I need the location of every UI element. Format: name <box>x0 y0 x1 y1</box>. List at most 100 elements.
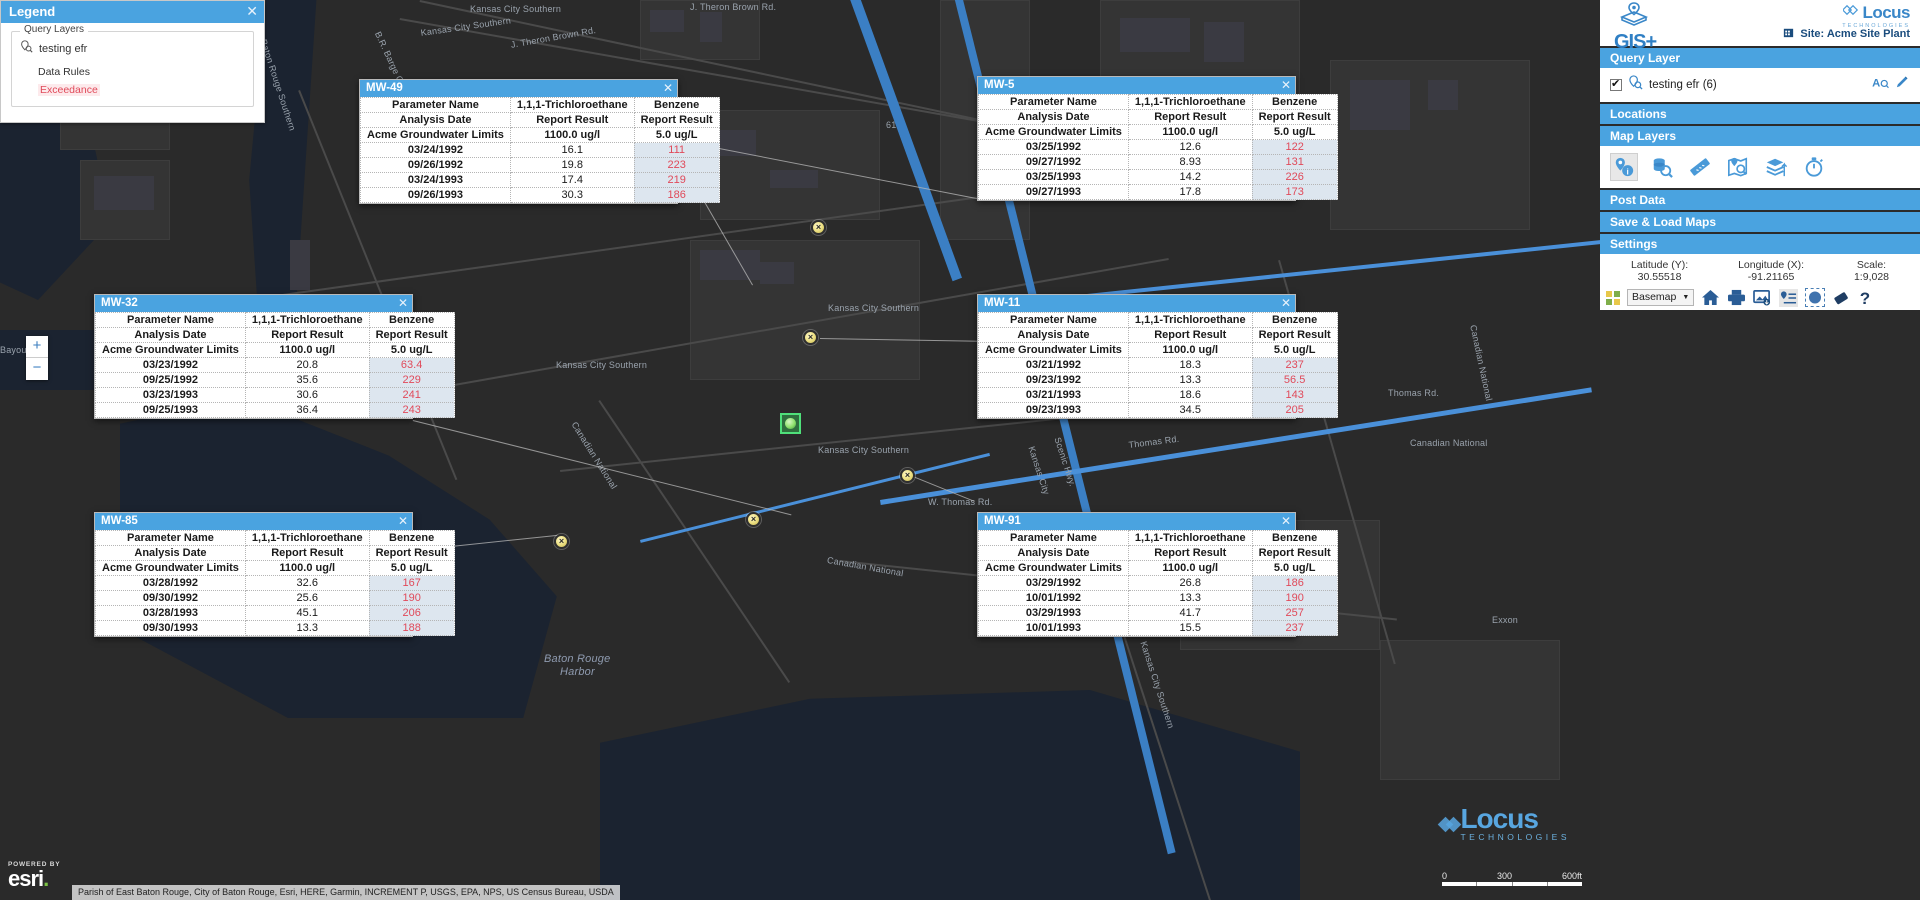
cell-tca-result: 41.7 <box>1127 605 1253 621</box>
cell-analysis-date: 03/29/1992 <box>978 575 1129 591</box>
query-data-tool-icon[interactable] <box>1648 153 1676 181</box>
pencil-edit-icon[interactable] <box>1895 75 1910 95</box>
layers-order-tool-icon[interactable] <box>1762 153 1790 181</box>
label-style-icon[interactable]: A <box>1872 75 1889 95</box>
map-marker-well[interactable]: × <box>746 512 761 527</box>
sidebar-section-post-data[interactable]: Post Data <box>1600 190 1920 210</box>
legend-title-bar: Legend ✕ <box>1 1 264 23</box>
map-parcel <box>1380 640 1560 780</box>
cell-analysis-date: 03/24/1993 <box>360 172 511 188</box>
water-label: Baton Rouge <box>544 653 611 665</box>
well-data-table: Parameter Name 1,1,1-Trichloroethane Benze… <box>978 94 1338 200</box>
map-canvas[interactable]: Kansas City Southern J. Theron Brown Rd. K… <box>0 0 1600 900</box>
sidebar-section-settings[interactable]: Settings <box>1600 234 1920 254</box>
well-popup-mw-85[interactable]: MW-85 ✕ Parameter Name 1,1,1-Trichloroethan… <box>94 512 455 637</box>
timer-tool-icon[interactable] <box>1800 153 1828 181</box>
help-question-icon[interactable]: ? <box>1858 289 1872 307</box>
sidebar-section-map-layers[interactable]: Map Layers <box>1600 126 1920 146</box>
param-1-result-label: Report Result <box>1127 545 1253 561</box>
well-popup-mw-91[interactable]: MW-91 ✕ Parameter Name 1,1,1-Trichloroethan… <box>977 512 1338 637</box>
cell-analysis-date: 09/26/1993 <box>360 187 511 203</box>
close-icon[interactable]: ✕ <box>398 513 408 529</box>
locus-diamond-icon <box>1438 816 1462 832</box>
cell-benzene-result: 205 <box>1251 402 1338 418</box>
cell-tca-result: 16.1 <box>509 142 635 158</box>
zoom-in-button[interactable]: + <box>26 336 48 358</box>
longitude-label: Longitude (X): <box>1738 259 1805 271</box>
marker-cross-icon: × <box>904 470 911 480</box>
analysis-date-label: Analysis Date <box>95 327 246 343</box>
cell-benzene-result: 190 <box>368 590 455 606</box>
close-icon[interactable]: ✕ <box>246 3 258 19</box>
export-image-icon[interactable] <box>1753 289 1772 306</box>
popup-header: MW-5 ✕ <box>978 77 1295 94</box>
zoom-controls[interactable]: + − <box>26 336 48 380</box>
table-row: 09/26/1992 19.8 223 <box>360 157 720 173</box>
close-icon[interactable]: ✕ <box>398 295 408 311</box>
locus-diamond-icon <box>1842 2 1859 23</box>
select-area-icon[interactable] <box>1805 288 1826 307</box>
basemap-grid-icon[interactable] <box>1606 290 1620 305</box>
close-icon[interactable]: ✕ <box>1281 295 1291 311</box>
popup-title: MW-85 <box>101 515 138 527</box>
query-layer-checkbox[interactable] <box>1610 77 1622 91</box>
param-2-result-label: Report Result <box>1251 109 1338 125</box>
cell-analysis-date: 09/30/1993 <box>95 620 246 636</box>
cell-benzene-result: 226 <box>1251 169 1338 185</box>
map-marker-well[interactable]: × <box>554 534 569 549</box>
scale-label: Scale: <box>1856 259 1887 271</box>
close-icon[interactable]: ✕ <box>1281 513 1291 529</box>
close-icon[interactable]: ✕ <box>1281 77 1291 93</box>
param-name-label: Parameter Name <box>95 312 246 328</box>
map-marker-well[interactable]: × <box>803 330 818 345</box>
table-header-row: Analysis Date Report Result Report Result <box>978 109 1338 125</box>
well-popup-mw-5[interactable]: MW-5 ✕ Parameter Name 1,1,1-Trichloroethane… <box>977 76 1338 201</box>
measure-tool-icon[interactable] <box>1686 153 1714 181</box>
print-icon[interactable] <box>1727 289 1746 306</box>
map-label: Canadian National <box>1410 438 1488 448</box>
map-label: Thomas Rd. <box>1388 388 1440 398</box>
popup-header: MW-11 ✕ <box>978 295 1295 312</box>
map-marker-well[interactable]: × <box>900 468 915 483</box>
param-1-name: 1,1,1-Trichloroethane <box>244 312 370 328</box>
map-marker-well[interactable]: × <box>811 220 826 235</box>
well-data-table: Parameter Name 1,1,1-Trichloroethane Benze… <box>978 312 1338 418</box>
well-popup-mw-32[interactable]: MW-32 ✕ Parameter Name 1,1,1-Trichloroethan… <box>94 294 455 419</box>
esri-logo: POWERED BY esri. <box>8 861 60 890</box>
basemap-label: Basemap <box>1632 291 1677 303</box>
legend-list-icon[interactable] <box>1779 288 1799 307</box>
table-header-row: Acme Groundwater Limits 1100.0 ug/l 5.0 ug… <box>360 127 720 143</box>
well-popup-mw-49[interactable]: MW-49 ✕ Parameter Name 1,1,1-Trichloroethan… <box>359 79 720 204</box>
legend-panel[interactable]: Legend ✕ Query Layers testing efr Data R… <box>0 0 265 123</box>
param-1-limit: 1100.0 ug/l <box>1127 124 1253 140</box>
well-data-table: Parameter Name 1,1,1-Trichloroethane Benze… <box>95 530 455 636</box>
eraser-clear-icon[interactable] <box>1832 290 1851 306</box>
map-marker-selected[interactable] <box>780 413 801 434</box>
close-icon[interactable]: ✕ <box>663 80 673 96</box>
map-label: Kansas City Southern <box>470 4 562 14</box>
param-2-result-label: Report Result <box>633 112 720 128</box>
cell-benzene-result: 257 <box>1251 605 1338 621</box>
table-header-row: Acme Groundwater Limits 1100.0 ug/l 5.0 ug… <box>978 560 1338 576</box>
table-header-row: Analysis Date Report Result Report Result <box>360 112 720 128</box>
zoom-out-button[interactable]: − <box>26 358 48 380</box>
table-header-row: Analysis Date Report Result Report Result <box>95 545 455 561</box>
cell-analysis-date: 09/27/1993 <box>978 184 1129 200</box>
identify-tool-icon[interactable]: i <box>1610 153 1638 181</box>
cell-tca-result: 26.8 <box>1127 575 1253 591</box>
table-row: 09/30/1992 25.6 190 <box>95 590 455 606</box>
locus-watermark: Locus TECHNOLOGIES <box>1438 805 1570 842</box>
sidebar-section-save-load-maps[interactable]: Save & Load Maps <box>1600 212 1920 232</box>
sidebar-section-locations[interactable]: Locations <box>1600 104 1920 124</box>
svg-text:i: i <box>1627 167 1629 176</box>
table-row: 09/27/1993 17.8 173 <box>978 184 1338 200</box>
param-name-label: Parameter Name <box>978 94 1129 110</box>
home-icon[interactable] <box>1701 289 1720 306</box>
site-indicator: Site: Acme Site Plant <box>1782 26 1910 42</box>
basemap-dropdown[interactable]: Basemap ▼ <box>1627 289 1695 306</box>
find-location-tool-icon[interactable] <box>1724 153 1752 181</box>
param-name-label: Parameter Name <box>360 97 511 113</box>
query-layer-item[interactable]: testing efr (6) A <box>1610 74 1910 96</box>
legend-layer-row[interactable]: testing efr <box>20 40 245 58</box>
well-popup-mw-11[interactable]: MW-11 ✕ Parameter Name 1,1,1-Trichloroethan… <box>977 294 1338 419</box>
